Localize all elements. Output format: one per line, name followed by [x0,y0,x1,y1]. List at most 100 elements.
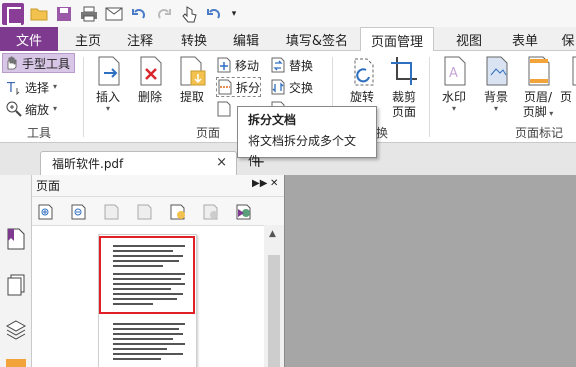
open-icon[interactable] [29,4,49,24]
tab-fill-sign[interactable]: 填写&签名 [282,27,352,51]
menu-file[interactable]: 文件 [0,27,58,51]
page-number-icon [560,55,576,87]
page-properties-icon[interactable] [236,204,252,220]
swap-page-icon [270,79,286,95]
redo-icon[interactable] [154,4,174,24]
pages-panel-header: 页面 ▶▶ ✕ [32,175,284,197]
replace-button[interactable]: 替换 [270,55,313,75]
hand-tool-label: 手型工具 [22,56,71,71]
tab-protect[interactable]: 保 [560,27,576,51]
page-icon [216,101,232,117]
rotate-button[interactable]: 旋转 [340,55,384,105]
document-tab[interactable]: 福昕软件.pdf × [40,151,237,175]
text-select-icon: T [6,79,22,96]
tooltip-title: 拆分文档 [248,113,297,127]
move-page-icon [216,57,232,73]
pages-panel-title: 页面 [36,179,61,193]
scrollbar-thumb[interactable] [268,255,280,367]
pages-panel: 页面 ▶▶ ✕ ▲ [32,175,284,367]
tab-form[interactable]: 表单 [505,27,545,51]
header-footer-button[interactable]: 页眉/页脚 ▾ [516,55,560,120]
replace-label: 替换 [289,58,314,73]
split-label: 拆分 [236,80,261,95]
move-button[interactable]: 移动 [216,55,259,75]
crop-icon [389,55,419,87]
close-panel-icon[interactable]: ✕ [270,178,278,189]
page-thumbnail[interactable] [98,234,197,367]
move-thumbnail-icon[interactable] [104,204,120,220]
customize-icon[interactable]: ▾ [229,4,239,24]
extract-label: 提取 [179,90,204,104]
page-number-button[interactable]: 页 [560,55,576,105]
transform-group-label: 换 [376,126,389,140]
swap-button[interactable]: 交换 [270,77,313,97]
group-divider [83,57,84,137]
tab-page-management[interactable]: 页面管理 [360,27,434,52]
group-divider [429,57,430,137]
zoom-label: 缩放 [25,102,50,117]
rotate-page-icon [347,55,377,87]
background-icon [481,55,511,87]
insert-label: 插入 [95,90,120,104]
watermark-button[interactable]: A 水印 ▾ [432,55,476,113]
extract-button[interactable]: 提取 [170,55,214,105]
pages-panel-toolbar [32,199,284,225]
pages-more-button[interactable] [216,99,235,119]
tab-view[interactable]: 视图 [449,27,489,51]
zoom-in-thumbnail-icon[interactable] [38,204,54,220]
marks-group-label: 页面标记 [515,126,564,140]
background-button[interactable]: 背景 ▾ [474,55,518,113]
replace-page-icon [270,57,286,73]
insert-thumbnail-icon[interactable] [170,204,186,220]
select-label: 选择 [25,80,50,95]
scroll-up-icon[interactable]: ▲ [269,229,276,239]
thumbnail-scrollbar[interactable]: ▲ [264,225,284,367]
extract-page-icon [177,55,207,87]
menu-bar: 文件 主页 注释 转换 编辑 填写&签名 页面管理 视图 表单 保 [0,27,576,52]
rotate-label: 旋转 [349,90,374,104]
thumbnails-icon[interactable] [6,273,26,297]
hand-icon [3,55,19,71]
crop-page-button[interactable]: 裁剪 页面 [382,55,426,120]
delete-thumbnail-icon[interactable] [203,204,219,220]
save-icon[interactable] [54,4,74,24]
crop-label: 裁剪 页面 [391,90,416,119]
watermark-label: 水印 [441,90,466,104]
page-number-label: 页 [560,90,573,104]
expand-panel-icon[interactable]: ▶▶ [252,178,267,189]
split-button[interactable]: 拆分 [216,77,262,97]
tools-group-label: 工具 [27,126,52,140]
hand-tool-button[interactable]: 手型工具 [2,53,76,73]
background-label: 背景 [483,90,508,104]
zoom-icon [6,101,22,117]
undo-history-icon[interactable] [204,4,224,24]
undo-icon[interactable] [129,4,149,24]
move-label: 移动 [235,58,260,73]
extract-thumbnail-icon[interactable] [137,204,153,220]
print-icon[interactable] [79,4,99,24]
delete-button[interactable]: 删除 [128,55,172,105]
watermark-icon: A [439,55,469,87]
select-button[interactable]: T 选择 ▾ [6,77,57,97]
pages-panel-icon[interactable] [6,227,26,251]
header-footer-label: 页眉/页脚 ▾ [522,90,554,119]
tab-edit[interactable]: 编辑 [228,27,264,51]
delete-label: 删除 [137,90,162,104]
layers-icon[interactable] [5,317,27,341]
tab-comment[interactable]: 注释 [122,27,158,51]
zoom-button[interactable]: 缩放 ▾ [6,99,57,119]
insert-page-icon [93,55,123,87]
zoom-out-thumbnail-icon[interactable] [71,204,87,220]
insert-button[interactable]: 插入 ▾ [86,55,130,113]
tab-convert[interactable]: 转换 [176,27,212,51]
attachments-icon[interactable] [6,359,26,367]
tooltip-description: 将文档拆分成多个文件 [248,134,357,168]
tab-home[interactable]: 主页 [70,27,106,51]
email-icon[interactable] [104,4,124,24]
close-tab-icon[interactable]: × [216,155,227,170]
document-canvas[interactable] [284,175,576,367]
pointer-icon[interactable] [179,4,199,24]
swap-label: 交换 [289,80,314,95]
app-logo [2,2,24,25]
split-document-icon [217,79,233,95]
